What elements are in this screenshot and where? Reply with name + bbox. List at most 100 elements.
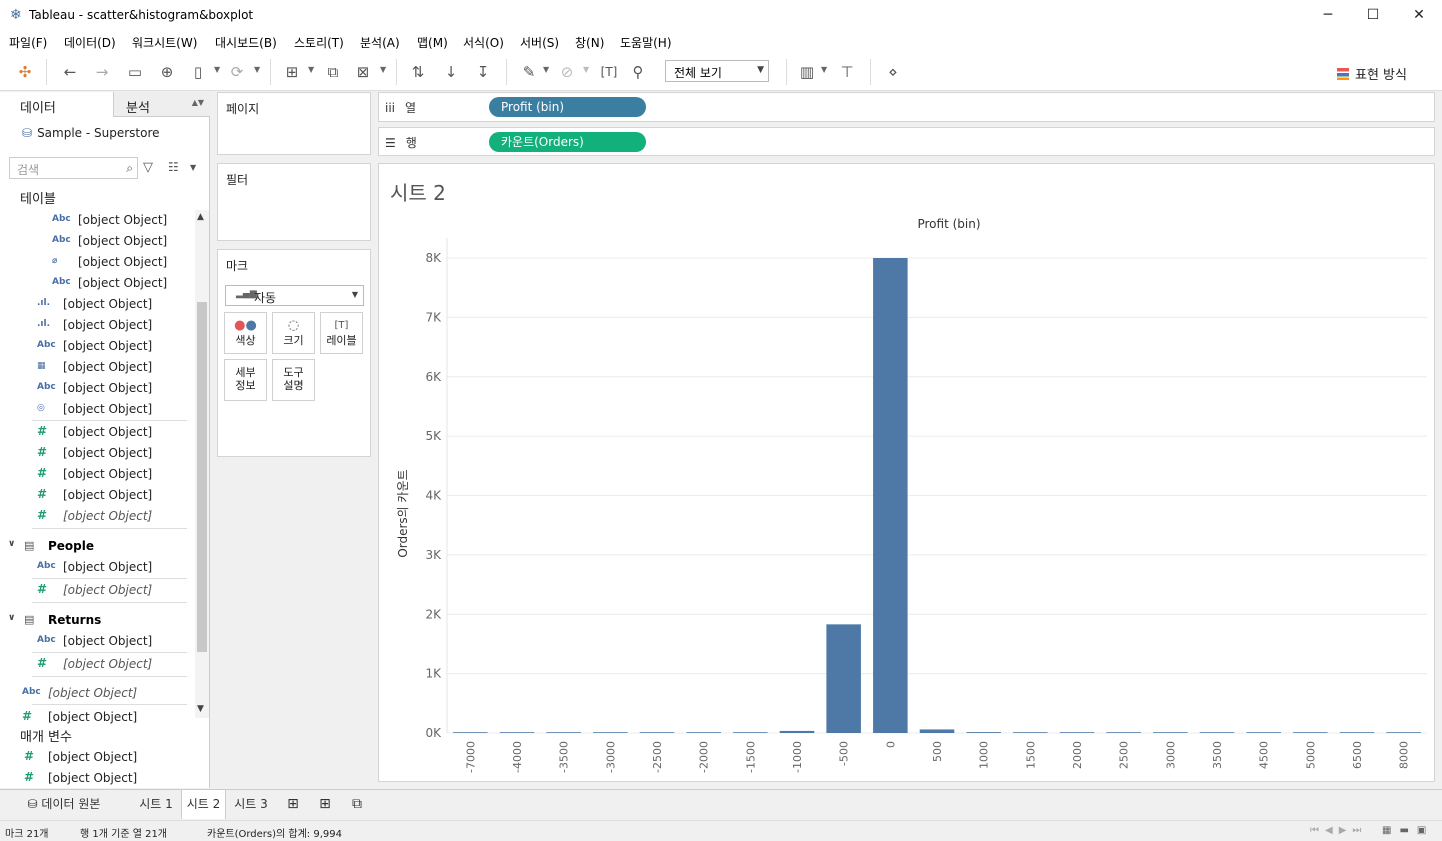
sheet-tab[interactable]: 시트 3 [229,790,273,819]
fit-select[interactable]: 전체 보기 ▼ [665,60,769,82]
show-labels-icon[interactable]: [T] [598,62,620,82]
menu-analysis[interactable]: 분석(A) [360,34,400,51]
menu-story[interactable]: 스토리(T) [294,34,344,51]
datasource-tab[interactable]: ⛁ 데이터 원본 [0,790,128,819]
chevron-down-icon[interactable]: ▼ [583,65,589,74]
field-item[interactable]: Abc [object Object] [0,631,195,652]
field-item[interactable]: Abc [object Object] [0,231,195,252]
field-item[interactable]: # [object Object] [0,464,195,485]
menu-help[interactable]: 도움말(H) [620,34,672,51]
columns-pill[interactable]: Profit (bin) [489,97,646,117]
presentation-mode-icon[interactable]: ⊤ [836,62,858,82]
redo-icon[interactable]: → [91,62,113,82]
duplicate-sheet-icon[interactable]: ⧉ [322,62,344,82]
field-item[interactable]: ▦ [object Object] [0,357,195,378]
save-icon[interactable]: ▭ [124,62,146,82]
menu-map[interactable]: 맵(M) [417,34,448,51]
sheet-tab-active[interactable]: 시트 2 [181,790,226,819]
chevron-down-icon[interactable]: ▼ [821,65,827,74]
search-input[interactable]: 검색 ⌕ [9,157,138,179]
field-item[interactable]: # [object Object] [0,443,195,464]
chevron-down-icon[interactable]: ▼ [543,65,549,74]
fix-axes-icon[interactable]: ⚲ [627,62,649,82]
detail-button[interactable]: 세부 정보 [224,359,267,401]
menu-worksheet[interactable]: 워크시트(W) [132,34,197,51]
returns-table-header[interactable]: ∨ ▤ Returns [0,610,195,632]
new-dashboard-icon[interactable]: ⊞ [313,790,337,819]
minimize-button[interactable]: ─ [1305,4,1351,28]
close-button[interactable]: ✕ [1396,4,1442,28]
people-table-header[interactable]: ∨ ▤ People [0,536,195,558]
new-worksheet-icon[interactable]: ⊞ [281,790,305,819]
rows-pill[interactable]: 카운트(Orders) [489,132,646,152]
sheet-tab[interactable]: 시트 1 [134,790,178,819]
field-item[interactable]: # [object Object] [0,422,195,443]
refresh-icon[interactable]: ⟳ [226,62,248,82]
chevron-down-icon[interactable]: ▼ [254,65,260,74]
new-datasource-icon[interactable]: ⊕ [156,62,178,82]
swap-rows-columns-icon[interactable]: ⇅ [407,62,429,82]
menu-format[interactable]: 서식(O) [463,34,504,51]
menu-data[interactable]: 데이터(D) [64,34,116,51]
tableau-logo-icon[interactable]: ✣ [14,62,36,82]
scroll-down-icon[interactable]: ▼ [197,704,204,714]
chevron-down-icon[interactable]: ▼ [190,163,196,172]
clear-sheet-icon[interactable]: ⊠ [352,62,374,82]
field-item[interactable]: # [object Object] [0,707,195,728]
view-list-icon[interactable]: ☷ [168,160,179,174]
field-item[interactable]: # [object Object] [0,768,195,789]
rows-shelf[interactable]: ☰ 행 카운트(Orders) [378,127,1435,156]
new-story-icon[interactable]: ⧉ [345,790,369,819]
chevron-down-icon[interactable]: ▼ [214,65,220,74]
field-item[interactable]: # [object Object] [0,580,195,601]
share-icon[interactable]: ⋄ [882,62,904,82]
view-tiles-icon[interactable]: ▦▬▣ [1382,825,1434,836]
highlight-icon[interactable]: ✎ [518,62,540,82]
field-item[interactable]: ⌀ [object Object] [0,252,195,273]
show-cards-icon[interactable]: ▥ [796,62,818,82]
tooltip-button[interactable]: 도구 설명 [272,359,315,401]
field-item[interactable]: ◎ [object Object] [0,399,195,420]
label-button[interactable]: [T] 레이블 [320,312,363,354]
menu-server[interactable]: 서버(S) [520,34,559,51]
filter-icon[interactable]: ▽ [143,160,153,175]
pages-shelf[interactable]: 페이지 [217,92,371,155]
sort-ascending-icon[interactable]: ↓ [440,62,462,82]
field-item[interactable]: .ıl. [object Object] [0,294,195,315]
scrollbar-thumb[interactable] [197,302,207,652]
field-item[interactable]: # [object Object] [0,747,195,768]
chevron-down-icon[interactable]: ▼ [380,65,386,74]
group-members-icon[interactable]: ⊘ [556,62,578,82]
field-item[interactable]: .ıl. [object Object] [0,315,195,336]
tab-data[interactable]: 데이터 [0,92,113,117]
sheet-nav-icon[interactable]: ⏮◀▶⏭ [1310,825,1367,836]
field-item[interactable]: # [object Object] [0,506,195,527]
color-button[interactable]: ●● 색상 [224,312,267,354]
new-worksheet-icon[interactable]: ⊞ [281,62,303,82]
field-item[interactable]: Abc [object Object] [0,683,195,704]
datasource-item[interactable]: ⛁ Sample - Superstore [22,126,160,140]
size-button[interactable]: ◌ 크기 [272,312,315,354]
field-item[interactable]: # [object Object] [0,485,195,506]
columns-shelf[interactable]: iii 열 Profit (bin) [378,92,1435,122]
sort-descending-icon[interactable]: ↧ [472,62,494,82]
field-item[interactable]: Abc [object Object] [0,273,195,294]
filters-shelf[interactable]: 필터 [217,163,371,241]
string-icon: Abc [52,235,71,245]
undo-icon[interactable]: ← [59,62,81,82]
menu-file[interactable]: 파일(F) [9,34,47,51]
field-item[interactable]: Abc [object Object] [0,557,195,578]
mark-type-select[interactable]: ▂▄▆ 자동 ▼ [225,285,364,306]
show-me-button[interactable]: 표현 방식 [1337,64,1407,83]
scroll-up-icon[interactable]: ▲ [197,212,204,222]
field-item[interactable]: Abc [object Object] [0,378,195,399]
chevron-down-icon[interactable]: ▼ [308,65,314,74]
field-item[interactable]: # [object Object] [0,654,195,675]
field-item[interactable]: Abc [object Object] [0,336,195,357]
field-item[interactable]: Abc [object Object] [0,210,195,231]
maximize-button[interactable]: ☐ [1350,4,1396,28]
menu-window[interactable]: 창(N) [575,34,604,51]
menu-dashboard[interactable]: 대시보드(B) [215,34,277,51]
pause-updates-icon[interactable]: ▯ [187,62,209,82]
tab-analysis[interactable]: 분석 ▲▼ [113,92,210,117]
